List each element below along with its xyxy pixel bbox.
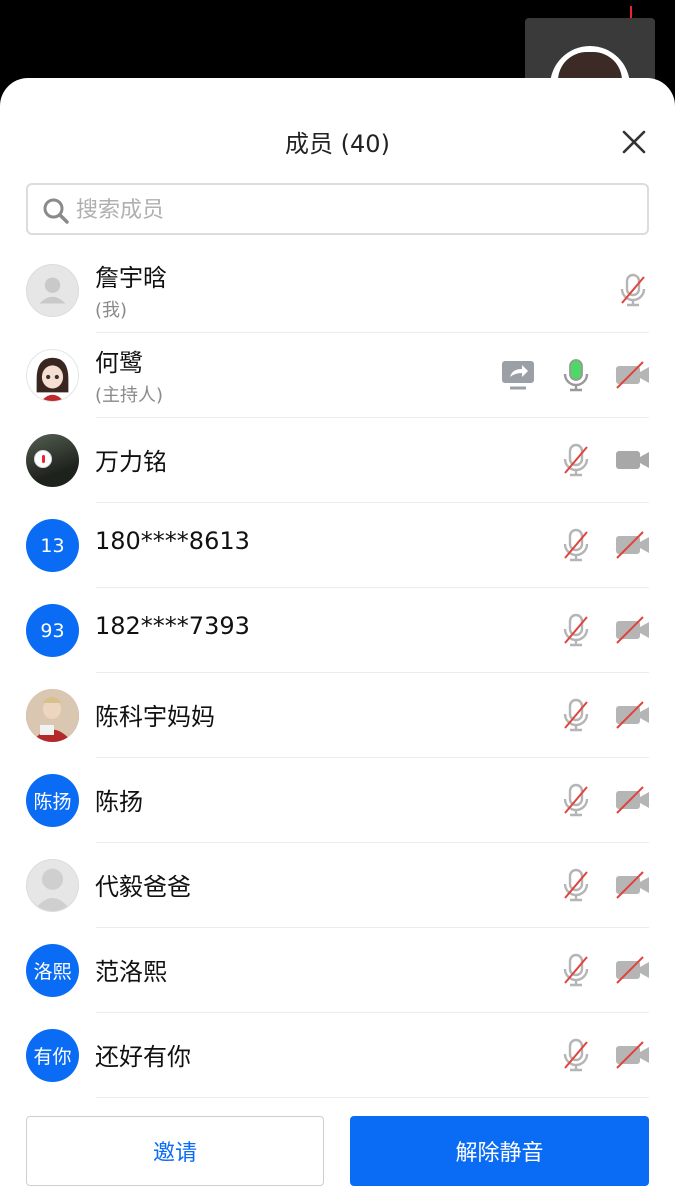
close-icon[interactable] [618,126,650,158]
member-name: 詹宇晗 [95,264,167,292]
mic-muted-icon[interactable] [558,527,594,563]
member-name: 何鹭 [95,349,143,377]
member-name: 范洛熙 [95,958,167,986]
audio-level-icon [34,450,52,468]
mic-muted-icon[interactable] [558,442,594,478]
mic-muted-icon[interactable] [558,1037,594,1073]
member-row[interactable]: 何鹭 (主持人) [0,333,675,418]
camera-off-icon[interactable] [614,357,650,393]
mic-active-icon[interactable] [558,357,594,393]
member-row[interactable]: 万力铭 [0,418,675,503]
avatar: 有你 [26,1029,79,1082]
avatar: 洛熙 [26,944,79,997]
member-row[interactable]: 93 182****7393 [0,588,675,673]
avatar: 陈扬 [26,774,79,827]
camera-off-icon[interactable] [614,527,650,563]
members-panel: 成员 (40) 詹宇晗 (我) 何鹭 (主持人) 万力铭 13 180****8613 93 1… [0,78,675,1200]
camera-off-icon[interactable] [614,697,650,733]
mic-muted-icon[interactable] [558,612,594,648]
camera-on-icon[interactable] [614,442,650,478]
camera-off-icon[interactable] [614,612,650,648]
search-box[interactable] [26,183,649,235]
member-role: (我) [95,300,128,321]
search-input[interactable] [76,191,636,229]
avatar [26,264,79,317]
avatar: 93 [26,604,79,657]
mic-muted-icon[interactable] [558,782,594,818]
member-row[interactable]: 洛熙 范洛熙 [0,928,675,1013]
avatar [26,349,79,402]
member-name: 代毅爸爸 [95,873,191,901]
member-role: (主持人) [95,385,164,406]
member-row[interactable]: 陈扬 陈扬 [0,758,675,843]
page-title: 成员 (40) [285,130,390,158]
panel-footer: 邀请 解除静音 [0,1112,675,1200]
member-row[interactable]: 詹宇晗 (我) [0,248,675,333]
member-name: 万力铭 [95,448,167,476]
unmute-button[interactable]: 解除静音 [350,1116,649,1186]
camera-off-icon[interactable] [614,1037,650,1073]
member-row[interactable]: 陈科宇妈妈 [0,673,675,758]
member-name: 陈科宇妈妈 [95,703,215,731]
mic-muted-icon[interactable] [558,697,594,733]
invite-button[interactable]: 邀请 [26,1116,324,1186]
camera-off-icon[interactable] [614,867,650,903]
camera-off-icon[interactable] [614,952,650,988]
search-icon [42,197,70,225]
mic-muted-icon[interactable] [615,272,651,308]
camera-off-icon[interactable] [614,782,650,818]
member-row[interactable]: 有你 还好有你 [0,1013,675,1098]
member-name: 180****8613 [95,527,250,555]
avatar [26,859,79,912]
member-name: 陈扬 [95,788,143,816]
screen-share-icon[interactable] [500,357,536,393]
avatar [26,689,79,742]
mic-muted-icon[interactable] [558,867,594,903]
member-row[interactable]: 13 180****8613 [0,503,675,588]
mic-muted-icon[interactable] [558,952,594,988]
avatar: 13 [26,519,79,572]
member-list: 詹宇晗 (我) 何鹭 (主持人) 万力铭 13 180****8613 93 182****73… [0,248,675,1098]
member-row[interactable]: 代毅爸爸 [0,843,675,928]
member-name: 182****7393 [95,612,250,640]
member-name: 还好有你 [95,1043,191,1071]
